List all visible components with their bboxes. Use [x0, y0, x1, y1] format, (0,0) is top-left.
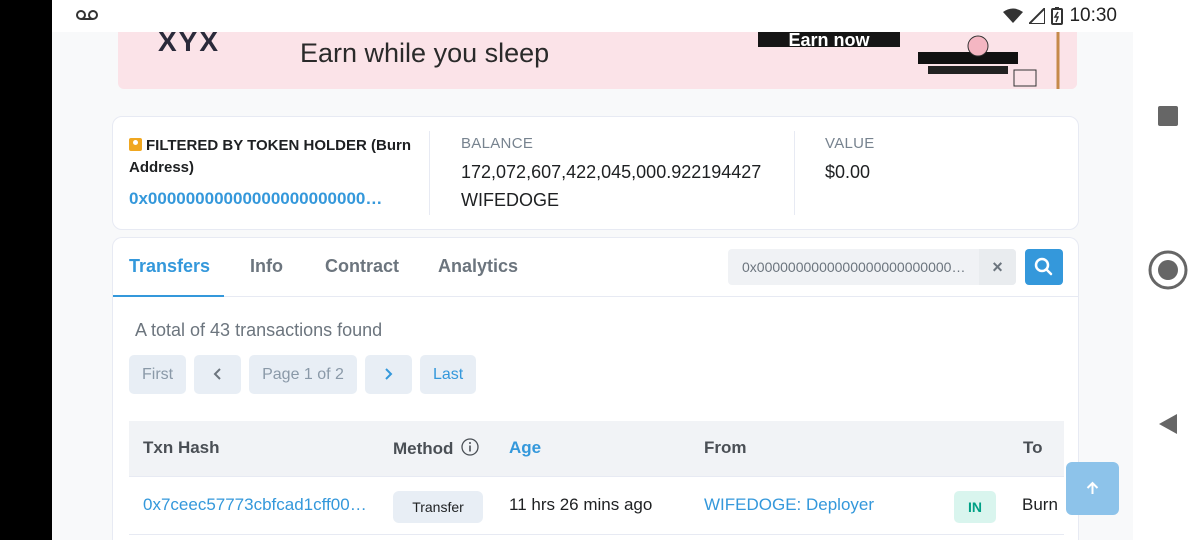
battery-icon — [1051, 7, 1064, 25]
banner-tagline: Earn while you sleep — [300, 38, 550, 68]
search-icon — [1034, 257, 1053, 276]
first-page-button[interactable]: First — [129, 355, 187, 394]
balance-symbol: WIFEDOGE — [461, 190, 559, 210]
tab-analytics[interactable]: Analytics — [438, 256, 518, 277]
tab-contract[interactable]: Contract — [325, 256, 399, 277]
transfers-table: Txn Hash Method Age From To 0x7ceec57773… — [129, 421, 1064, 535]
tab-transfers[interactable]: Transfers — [129, 256, 210, 277]
user-badge-icon — [129, 138, 142, 151]
banner-logo: XYX — [158, 32, 221, 57]
chevron-left-icon — [213, 368, 221, 380]
ad-banner[interactable]: XYX Earn while you sleep Earn now — [118, 32, 1077, 89]
clock: 10:30 — [1069, 5, 1117, 26]
chevron-right-icon — [385, 368, 393, 380]
search-button[interactable] — [1025, 249, 1063, 285]
last-page-button[interactable]: Last — [419, 355, 477, 394]
page-indicator: Page 1 of 2 — [249, 355, 357, 394]
divider — [794, 131, 795, 215]
balance-label: BALANCE — [461, 135, 534, 152]
voicemail-icon — [76, 10, 98, 20]
signal-icon — [1029, 8, 1046, 24]
col-to: To — [1023, 438, 1043, 457]
tab-info[interactable]: Info — [250, 256, 283, 277]
tab-bar: Transfers Info Contract Analytics 0x0000… — [113, 238, 1078, 297]
direction-badge: IN — [954, 491, 996, 523]
scroll-to-top-button[interactable] — [1066, 462, 1119, 515]
back-icon[interactable] — [1157, 412, 1179, 436]
col-from: From — [704, 438, 747, 457]
table-row: 0x7ceec57773cbfcad1cff000000000000000000… — [129, 477, 1064, 535]
clear-filter-button[interactable]: × — [979, 249, 1016, 285]
home-icon[interactable] — [1148, 250, 1188, 290]
txn-hash-link[interactable]: 0x7ceec57773cbfcad1cff000000000000000000… — [143, 495, 367, 515]
phone-screen: 10:30 XYX Earn while you sleep Earn now … — [52, 0, 1133, 540]
divider — [429, 131, 430, 215]
from-address-link[interactable]: WIFEDOGE: Deployer — [704, 495, 874, 515]
value-label: VALUE — [825, 135, 875, 152]
table-header: Txn Hash Method Age From To — [129, 421, 1064, 477]
holder-address-link[interactable]: 0x000000000000000000000000000000000000dE… — [129, 189, 389, 209]
prev-page-button[interactable] — [194, 355, 242, 394]
transfers-card: Transfers Info Contract Analytics 0x0000… — [112, 237, 1079, 540]
col-age[interactable]: Age — [509, 438, 541, 458]
address-filter-input[interactable]: 0x000000000000000000000000000000000000dE… — [728, 249, 1016, 285]
value-amount: $0.00 — [825, 162, 871, 182]
address-filter-value[interactable]: 0x000000000000000000000000000000000000dE… — [742, 259, 968, 275]
token-holder-card: FILTERED BY TOKEN HOLDER (Burn Address) … — [112, 116, 1079, 230]
arrow-up-icon — [1086, 481, 1099, 494]
txn-age: 11 hrs 26 mins ago — [509, 495, 653, 514]
info-icon[interactable] — [461, 438, 479, 456]
banner-illustration — [918, 32, 1077, 89]
active-tab-indicator — [113, 295, 224, 297]
recents-icon[interactable] — [1157, 105, 1179, 127]
banner-cta-button[interactable]: Earn now — [758, 32, 900, 50]
filter-label: FILTERED BY TOKEN HOLDER (Burn Address) — [129, 135, 419, 179]
next-page-button[interactable] — [364, 355, 412, 394]
transactions-total: A total of 43 transactions found — [135, 320, 383, 340]
status-bar: 10:30 — [52, 0, 1133, 32]
method-badge: Transfer — [393, 491, 483, 523]
wifi-icon — [1003, 8, 1024, 23]
android-nav-bar — [1133, 0, 1200, 540]
filter-text: FILTERED BY TOKEN HOLDER (Burn Address) — [129, 137, 412, 176]
col-txn-hash: Txn Hash — [143, 438, 220, 457]
balance-value: 172,072,607,422,045,000.922194427 WIFEDOG… — [461, 162, 762, 210]
col-method: Method — [393, 438, 479, 459]
pagination: First Page 1 of 2 Last — [129, 355, 477, 394]
to-address[interactable]: Burn — [1022, 495, 1058, 515]
